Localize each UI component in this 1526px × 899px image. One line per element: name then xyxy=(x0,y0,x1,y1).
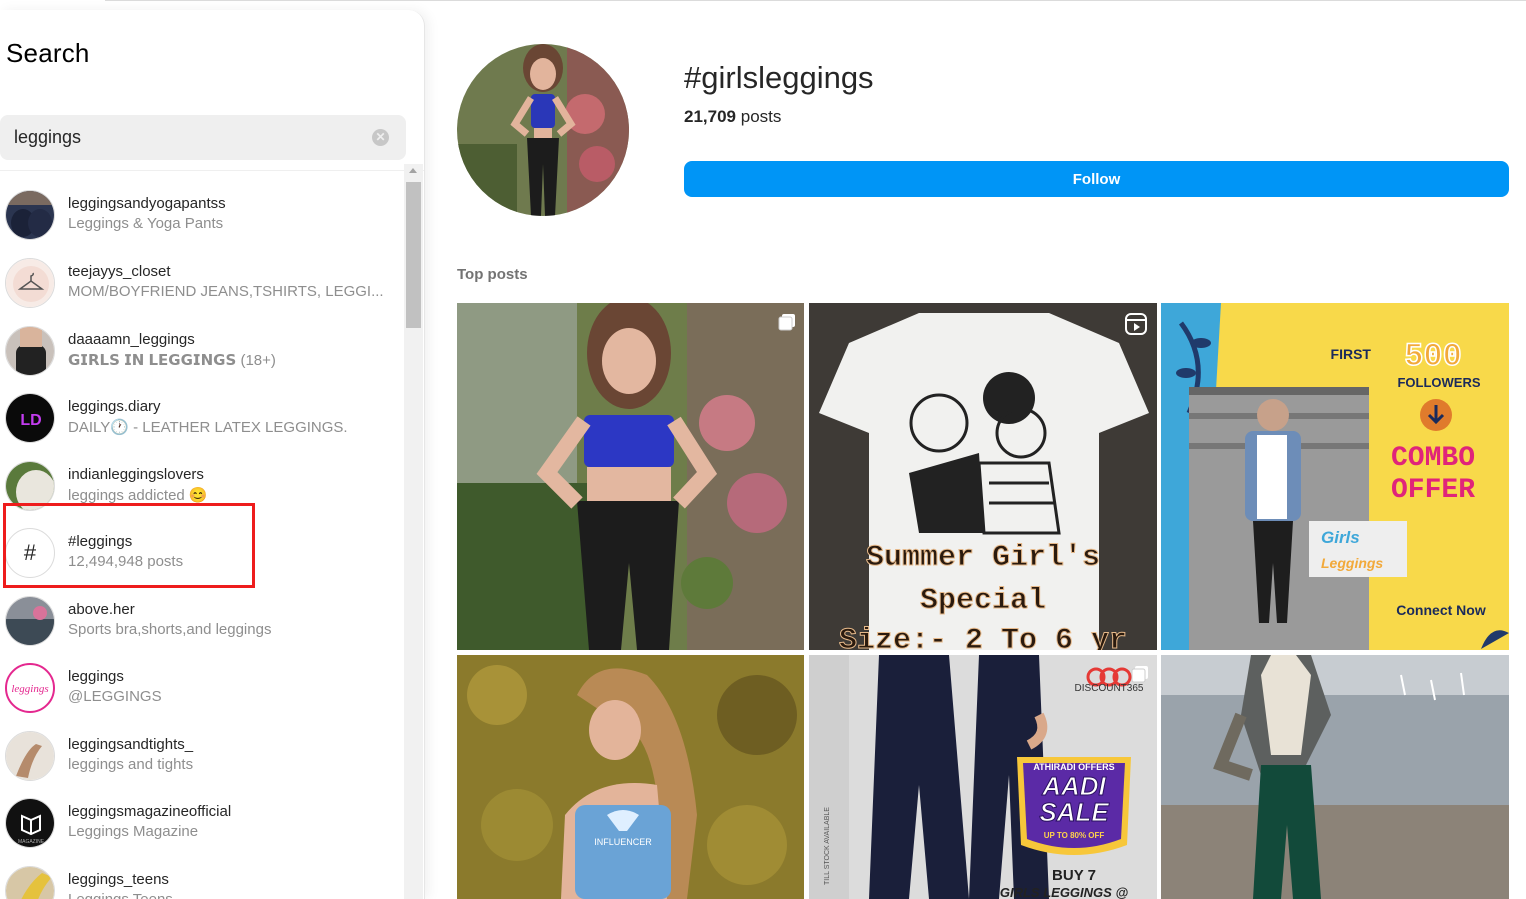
svg-text:MAGAZINE: MAGAZINE xyxy=(18,839,45,845)
svg-text:Summer Girl's: Summer Girl's xyxy=(866,541,1100,575)
scroll-up-arrow-icon[interactable] xyxy=(409,168,417,173)
avatar: leggings xyxy=(5,663,55,713)
result-name: above.her xyxy=(68,601,135,618)
result-name: leggings_teens xyxy=(68,871,169,888)
result-subtitle: leggings and tights xyxy=(68,756,194,773)
scroll-thumb[interactable] xyxy=(406,182,421,328)
avatar: LD xyxy=(5,393,55,443)
result-item[interactable]: daaaamn_leggings 𝗚𝗜𝗥𝗟𝗦 𝗜𝗡 𝗟𝗘𝗚𝗚𝗜𝗡𝗚𝗦 (18+) xyxy=(0,318,404,384)
avatar xyxy=(5,596,55,646)
top-posts-heading: Top posts xyxy=(457,266,528,283)
svg-text:FIRST: FIRST xyxy=(1331,346,1372,362)
post-thumbnail[interactable] xyxy=(457,303,804,650)
result-item[interactable]: leggings_teens Leggings Teens xyxy=(0,858,404,899)
result-name: indianleggingslovers xyxy=(68,466,204,483)
search-panel: Search ✕ leggingsandyogapantss Leggings … xyxy=(0,10,425,899)
svg-text:Size:- 2 To 6 yr: Size:- 2 To 6 yr xyxy=(839,624,1127,650)
result-subtitle: Sports bra,shorts,and leggings xyxy=(68,621,272,638)
avatar xyxy=(5,190,55,240)
hashtag-title: #girlsleggings xyxy=(684,60,874,95)
result-name: daaaamn_leggings xyxy=(68,331,195,348)
result-name: leggingsandyogapantss xyxy=(68,195,226,212)
result-item[interactable]: leggingsandyogapantss Leggings & Yoga Pa… xyxy=(0,182,404,248)
clear-search-icon[interactable]: ✕ xyxy=(372,129,389,146)
svg-text:LD: LD xyxy=(20,412,41,429)
svg-text:COMBO: COMBO xyxy=(1391,443,1475,474)
avatar xyxy=(5,258,55,308)
svg-text:Leggings: Leggings xyxy=(1321,555,1383,571)
result-name: leggings.diary xyxy=(68,398,161,415)
result-item[interactable]: leggingsandtights_ leggings and tights xyxy=(0,723,404,789)
svg-text:INFLUENCER: INFLUENCER xyxy=(594,837,652,847)
svg-text:SALE: SALE xyxy=(1039,797,1109,827)
search-input[interactable] xyxy=(14,115,364,160)
svg-text:GIRLS LEGGINGS @: GIRLS LEGGINGS @ xyxy=(1000,885,1129,899)
multiple-posts-icon xyxy=(1131,666,1148,683)
result-name: leggingsandtights_ xyxy=(68,736,194,753)
post-thumbnail[interactable]: TILL STOCK AVAILABLE DISCOUNT365 ATHIRAD… xyxy=(809,655,1157,899)
avatar xyxy=(5,731,55,781)
result-subtitle: Leggings Teens xyxy=(68,891,173,899)
search-title: Search xyxy=(6,38,90,68)
result-name: teejayys_closet xyxy=(68,263,171,280)
svg-text:FOLLOWERS: FOLLOWERS xyxy=(1397,375,1480,390)
svg-text:Girls: Girls xyxy=(1321,528,1360,547)
svg-text:BUY 7: BUY 7 xyxy=(1052,867,1096,884)
result-item[interactable]: LD leggings.diary DAILY🕐 - LEATHER LATEX… xyxy=(0,385,404,451)
result-subtitle: Leggings & Yoga Pants xyxy=(68,215,224,232)
avatar xyxy=(5,326,55,376)
result-subtitle: DAILY🕐 - LEATHER LATEX LEGGINGS. xyxy=(68,419,348,436)
result-item[interactable]: teejayys_closet MOM/BOYFRIEND JEANS,TSHI… xyxy=(0,250,404,316)
post-thumbnail[interactable]: Summer Girl's Special Size:- 2 To 6 yr xyxy=(809,303,1157,650)
result-item[interactable]: above.her Sports bra,shorts,and leggings xyxy=(0,588,404,654)
svg-text:leggings: leggings xyxy=(11,683,48,695)
follow-button[interactable]: Follow xyxy=(684,161,1509,197)
result-item[interactable]: MAGAZINE leggingsmagazineofficial Leggin… xyxy=(0,790,404,856)
post-thumbnail[interactable] xyxy=(1161,655,1509,899)
reel-icon xyxy=(1125,313,1147,335)
hashtag-post-count: 21,709 posts xyxy=(684,107,782,126)
hashtag-avatar xyxy=(457,44,629,216)
avatar: MAGAZINE xyxy=(5,798,55,848)
svg-text:DISCOUNT365: DISCOUNT365 xyxy=(1075,683,1144,694)
results-scrollbar[interactable] xyxy=(404,164,423,899)
result-subtitle: @LEGGINGS xyxy=(68,688,162,705)
svg-text:500: 500 xyxy=(1404,338,1462,375)
svg-text:OFFER: OFFER xyxy=(1391,475,1475,506)
result-subtitle: Leggings Magazine xyxy=(68,823,199,840)
result-name: leggingsmagazineofficial xyxy=(68,803,232,820)
avatar xyxy=(5,866,55,899)
svg-text:TILL STOCK AVAILABLE: TILL STOCK AVAILABLE xyxy=(824,807,831,885)
result-subtitle: leggings addicted 😊 xyxy=(68,487,208,504)
post-thumbnail[interactable]: INFLUENCER xyxy=(457,655,804,899)
result-subtitle: MOM/BOYFRIEND JEANS,TSHIRTS, LEGGI... xyxy=(68,283,384,300)
post-thumbnail[interactable]: FIRST 500 FOLLOWERS COMBO OFFER Girls Le… xyxy=(1161,303,1509,650)
svg-text:UP TO 80% OFF: UP TO 80% OFF xyxy=(1044,831,1105,840)
svg-text:Special: Special xyxy=(920,584,1046,618)
result-name: leggings xyxy=(68,668,124,685)
result-item[interactable]: leggings leggings @LEGGINGS xyxy=(0,655,404,721)
highlight-box xyxy=(3,503,255,588)
divider xyxy=(0,170,424,171)
multiple-posts-icon xyxy=(778,314,795,331)
result-subtitle: 𝗚𝗜𝗥𝗟𝗦 𝗜𝗡 𝗟𝗘𝗚𝗚𝗜𝗡𝗚𝗦 (18+) xyxy=(68,352,276,369)
search-box[interactable]: ✕ xyxy=(0,115,406,160)
svg-text:Connect Now: Connect Now xyxy=(1396,602,1486,618)
top-border xyxy=(105,0,1526,1)
